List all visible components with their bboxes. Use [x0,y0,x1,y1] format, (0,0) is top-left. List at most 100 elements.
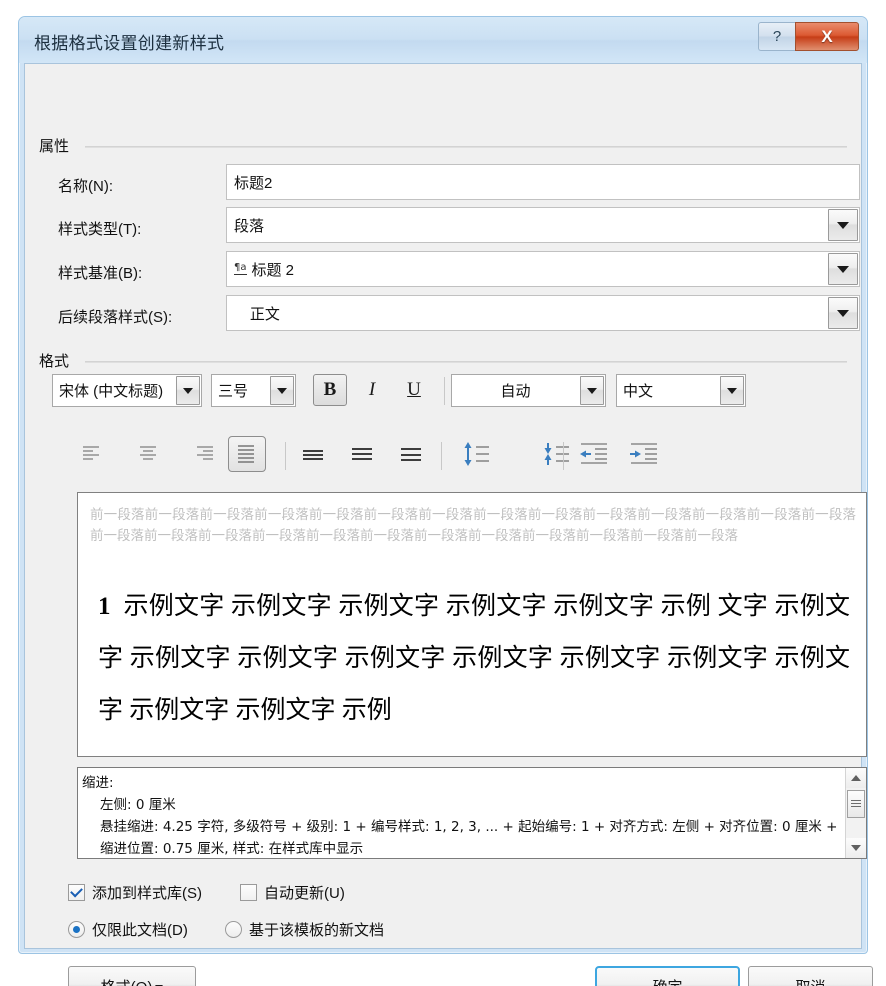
chevron-down-icon[interactable] [828,297,858,329]
style-name-value: 标题2 [234,174,273,192]
create-style-dialog: 根据格式设置创建新样式 ? X 属性 名称(N): 标题2 样式类型(T): 段… [18,16,873,986]
font-family-combo[interactable]: 宋体 (中文标题) [52,374,202,407]
only-this-document-radio[interactable]: 仅限此文档(D) [68,919,188,940]
scroll-up-button[interactable] [846,768,866,788]
dialog-body: 属性 名称(N): 标题2 样式类型(T): 段落 样式基准(B): ¶a 标题… [24,63,873,986]
chevron-down-icon[interactable] [270,376,294,405]
add-to-gallery-checkbox[interactable]: 添加到样式库(S) [68,882,202,903]
preview-before-paragraph-text: 前一段落前一段落前一段落前一段落前一段落前一段落前一段落前一段落前一段落前一段落… [90,507,856,544]
format-menu-button[interactable]: 格式(O) [68,966,196,986]
italic-button[interactable]: I [355,374,389,406]
preview-sample-body: 示例文字 示例文字 示例文字 示例文字 示例文字 示例 文字 示例文字 示例文字… [98,593,851,724]
new-documents-template-radio[interactable]: 基于该模板的新文档 [225,919,384,940]
line-spacing-double-button[interactable] [394,438,428,470]
auto-update-label: 自动更新(U) [264,885,345,902]
format-group-label: 格式 [39,350,76,371]
close-icon: X [821,26,833,46]
scroll-down-button[interactable] [846,838,866,858]
grip-icon [851,799,861,809]
bold-label: B [323,379,337,400]
style-preview-pane: 前一段落前一段落前一段落前一段落前一段落前一段落前一段落前一段落前一段落前一段落… [77,492,867,757]
font-size-combo[interactable]: 三号 [211,374,296,407]
scrollbar-thumb[interactable] [847,790,865,818]
preview-sample-text: 1 示例文字 示例文字 示例文字 示例文字 示例文字 示例 文字 示例文字 示例… [98,581,850,737]
language-value: 中文 [623,383,654,400]
properties-group-label: 属性 [39,135,76,156]
checkbox-icon [240,884,257,901]
question-mark-icon: ? [772,28,782,45]
screen: 根据格式设置创建新样式 ? X 属性 名称(N): 标题2 样式类型(T): 段… [0,0,886,986]
style-based-on-value: 标题 2 [251,261,295,279]
radio-icon [68,921,85,938]
ok-button-label: 确定 [652,976,682,986]
format-group-divider [85,361,847,363]
add-to-gallery-label: 添加到样式库(S) [92,885,202,902]
style-description-box: 缩进: 左侧: 0 厘米 悬挂缩进: 4.25 字符, 多级符号 + 级别: 1… [77,767,867,859]
increase-indent-button[interactable] [625,436,663,472]
italic-label: I [368,379,376,400]
description-line-2: 左侧: 0 厘米 [100,797,176,813]
decrease-paragraph-spacing-button[interactable] [537,436,575,472]
align-right-icon [197,446,213,460]
only-this-document-label: 仅限此文档(D) [92,922,188,939]
chevron-down-icon[interactable] [580,376,604,405]
toolbar-separator [563,442,564,470]
font-family-value: 宋体 (中文标题) [59,383,164,400]
pilcrow-return-icon: ↵ [234,305,245,320]
properties-group-divider [85,146,847,148]
dialog-titlebar: 根据格式设置创建新样式 ? X [19,17,867,63]
style-type-combo[interactable]: 段落 [226,207,860,243]
align-left-button[interactable] [75,438,109,470]
toolbar-separator [285,442,286,470]
triangle-up-icon [851,775,861,781]
description-line-3: 悬挂缩进: 4.25 字符, 多级符号 + 级别: 1 + 编号样式: 1, 2… [100,819,838,857]
window-controls: ? X [758,22,859,51]
dialog-title: 根据格式设置创建新样式 [34,34,225,53]
help-button[interactable]: ? [758,22,795,51]
align-justify-button[interactable] [228,436,266,472]
line-spacing-1-5-button[interactable] [345,438,379,470]
chevron-down-icon[interactable] [828,253,858,285]
chevron-down-icon[interactable] [176,376,200,405]
align-center-icon [140,446,156,460]
increase-indent-icon [630,443,657,464]
font-color-value: 自动 [500,383,531,400]
cancel-button-label: 取消 [795,976,825,986]
triangle-down-icon [851,845,861,851]
underline-label: U [407,379,421,400]
toolbar-separator [441,442,442,470]
bold-button[interactable]: B [313,374,347,406]
decrease-indent-button[interactable] [575,436,613,472]
line-spacing-single-button[interactable] [296,438,330,470]
align-left-icon [83,446,99,460]
name-label: 名称(N): [58,178,113,195]
cancel-button[interactable]: 取消 [748,966,873,986]
close-button[interactable]: X [795,22,859,51]
align-right-button[interactable] [189,438,223,470]
style-name-input[interactable]: 标题2 [226,164,860,200]
font-size-value: 三号 [218,383,249,400]
preview-list-number: 1 [98,593,111,620]
font-color-combo[interactable]: 自动 [451,374,606,407]
underline-button[interactable]: U [397,374,431,406]
line-spacing-2-icon [401,448,421,461]
description-scrollbar[interactable] [845,768,866,858]
style-based-on-label: 样式基准(B): [58,265,143,282]
style-based-on-combo[interactable]: ¶a 标题 2 [226,251,860,287]
chevron-down-icon[interactable] [720,376,744,405]
style-description-text: 缩进: 左侧: 0 厘米 悬挂缩进: 4.25 字符, 多级符号 + 级别: 1… [78,768,845,858]
increase-spacing-icon [464,442,489,466]
style-type-label: 样式类型(T): [58,221,142,238]
decrease-spacing-icon [544,443,569,465]
ok-button[interactable]: 确定 [595,966,740,986]
chevron-down-icon[interactable] [828,209,858,241]
next-paragraph-style-combo[interactable]: ↵ 正文 [226,295,860,331]
auto-update-checkbox[interactable]: 自动更新(U) [240,882,345,903]
align-center-button[interactable] [132,438,166,470]
language-combo[interactable]: 中文 [616,374,746,407]
align-justify-icon [238,445,254,463]
description-line-1: 缩进: [82,775,114,791]
paragraph-style-icon: ¶a [234,262,247,275]
line-spacing-1-icon [303,450,323,460]
increase-paragraph-spacing-button[interactable] [457,436,495,472]
